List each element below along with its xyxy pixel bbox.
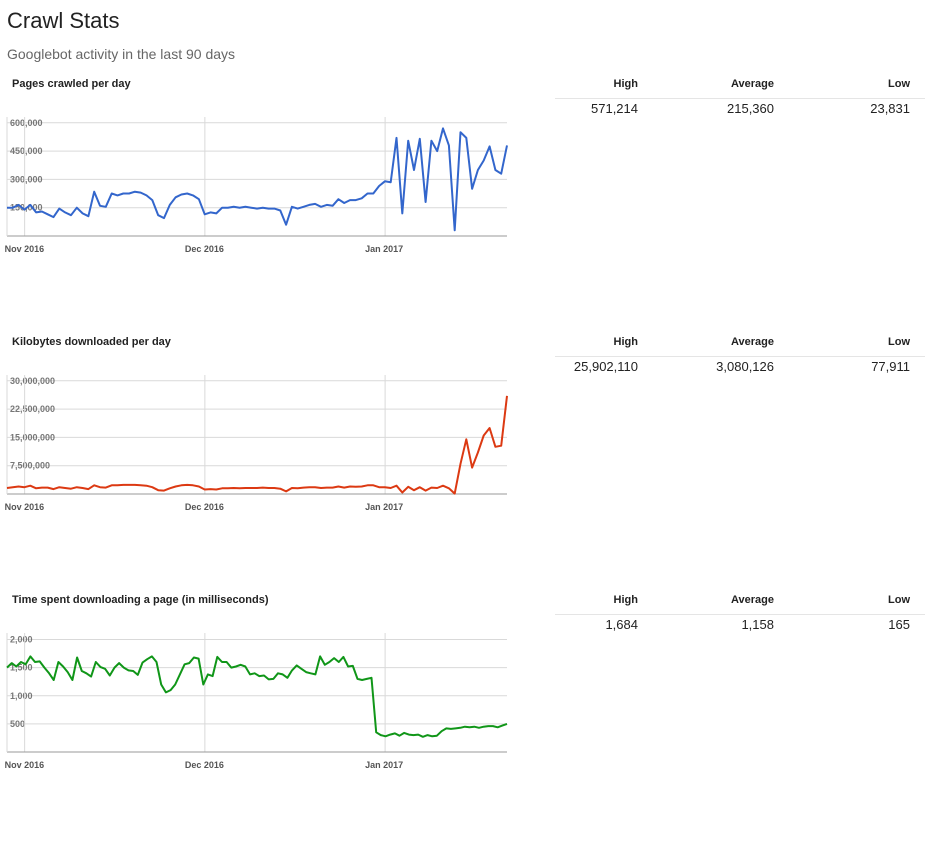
pages-crawled-chart[interactable]: 600,000450,000300,000150,000Nov 2016 Dec … bbox=[0, 111, 520, 271]
x-tick-label: Nov 2016 bbox=[5, 244, 45, 254]
x-tick-label: Nov 2016 bbox=[5, 502, 45, 512]
time-spent-section: Time spent downloading a page (in millis… bbox=[0, 594, 930, 852]
divider bbox=[555, 614, 925, 615]
divider bbox=[555, 356, 925, 357]
low-value: 77,911 bbox=[871, 359, 910, 374]
average-label: Average bbox=[730, 336, 774, 348]
y-tick-label: 450,000 bbox=[10, 146, 43, 156]
kilobytes-chart[interactable]: 30,000,000 22,500,000 15,000,000 7,500,000 N… bbox=[0, 369, 520, 529]
high-label: High bbox=[613, 78, 638, 90]
x-tick-label: Nov 2016 bbox=[5, 760, 45, 770]
y-tick-label: 15,000,000 bbox=[10, 432, 55, 442]
x-tick-label: Dec 2016 bbox=[185, 502, 224, 512]
x-tick-label: Jan 2017 bbox=[365, 760, 403, 770]
time-spent-chart[interactable]: 2,0001,5001,000500Nov 2016 Dec 2016 Jan 20… bbox=[0, 627, 520, 779]
series-line bbox=[6, 655, 508, 738]
y-tick-label: 500 bbox=[10, 719, 25, 729]
series-line bbox=[6, 395, 508, 495]
average-label: Average bbox=[730, 78, 774, 90]
average-label: Average bbox=[730, 594, 774, 606]
x-tick-label: Dec 2016 bbox=[185, 760, 224, 770]
y-tick-label: 30,000,000 bbox=[10, 376, 55, 386]
low-label: Low bbox=[888, 594, 910, 606]
page-subtitle: Googlebot activity in the last 90 days bbox=[7, 46, 236, 62]
low-label: Low bbox=[888, 336, 910, 348]
y-tick-label: 22,500,000 bbox=[10, 404, 55, 414]
high-label: High bbox=[613, 336, 638, 348]
x-tick-label: Jan 2017 bbox=[365, 244, 403, 254]
kilobytes-section: Kilobytes downloaded per day High Averag… bbox=[0, 336, 930, 594]
pages-crawled-section: Pages crawled per day High Average Low 5… bbox=[0, 78, 930, 336]
section-title: Pages crawled per day bbox=[12, 78, 131, 90]
low-value: 165 bbox=[888, 617, 910, 632]
average-value: 1,158 bbox=[741, 617, 774, 632]
section-title: Kilobytes downloaded per day bbox=[12, 336, 171, 348]
section-title: Time spent downloading a page (in millis… bbox=[12, 594, 269, 606]
y-tick-label: 300,000 bbox=[10, 174, 43, 184]
low-label: Low bbox=[888, 78, 910, 90]
high-label: High bbox=[613, 594, 638, 606]
average-value: 3,080,126 bbox=[716, 359, 774, 374]
y-tick-label: 2,000 bbox=[10, 635, 33, 645]
page-title: Crawl Stats bbox=[7, 8, 120, 33]
x-tick-label: Jan 2017 bbox=[365, 502, 403, 512]
average-value: 215,360 bbox=[727, 101, 774, 116]
x-tick-label: Dec 2016 bbox=[185, 244, 224, 254]
y-tick-label: 7,500,000 bbox=[10, 461, 50, 471]
divider bbox=[555, 98, 925, 99]
y-tick-label: 1,000 bbox=[10, 691, 33, 701]
low-value: 23,831 bbox=[870, 101, 910, 116]
y-tick-label: 600,000 bbox=[10, 118, 43, 128]
